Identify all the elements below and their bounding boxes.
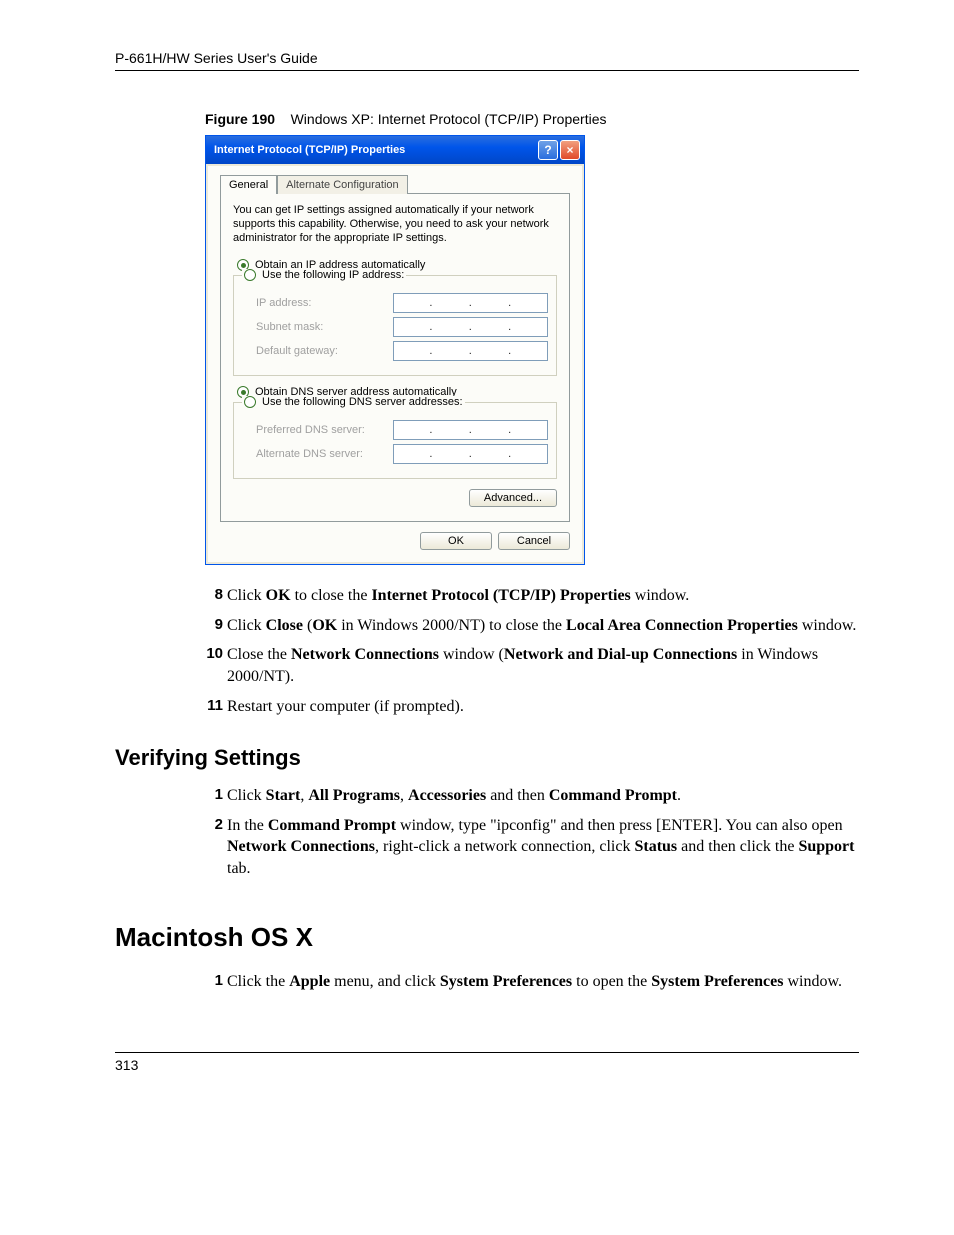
cancel-button[interactable]: Cancel xyxy=(498,532,570,550)
step-9: 9 Click Close (OK in Windows 2000/NT) to… xyxy=(205,615,859,637)
dialog-title: Internet Protocol (TCP/IP) Properties xyxy=(214,144,405,156)
ip-address-input[interactable]: ... xyxy=(393,293,548,313)
radio-ip-manual-label: Use the following IP address: xyxy=(262,269,404,281)
close-icon[interactable]: × xyxy=(560,140,580,160)
step-number: 1 xyxy=(205,971,227,993)
step-text: Restart your computer (if prompted). xyxy=(227,696,859,718)
heading-verifying-settings: Verifying Settings xyxy=(115,745,859,771)
dns-manual-group: Use the following DNS server addresses: … xyxy=(233,402,557,479)
page-footer: 313 xyxy=(115,1052,859,1073)
heading-macintosh-osx: Macintosh OS X xyxy=(115,922,859,953)
step-number: 1 xyxy=(205,785,227,807)
titlebar: Internet Protocol (TCP/IP) Properties ? … xyxy=(206,136,584,164)
tab-alternate[interactable]: Alternate Configuration xyxy=(277,175,408,194)
preferred-dns-label: Preferred DNS server: xyxy=(256,424,393,436)
step-number: 10 xyxy=(205,644,227,687)
radio-unselected-icon[interactable] xyxy=(244,396,256,408)
dialog-screenshot: Internet Protocol (TCP/IP) Properties ? … xyxy=(205,135,859,565)
page-number: 313 xyxy=(115,1057,138,1073)
step-11: 11 Restart your computer (if prompted). xyxy=(205,696,859,718)
step-number: 2 xyxy=(205,815,227,880)
step-text: In the Command Prompt window, type "ipco… xyxy=(227,815,859,880)
ok-button[interactable]: OK xyxy=(420,532,492,550)
alternate-dns-input[interactable]: ... xyxy=(393,444,548,464)
preferred-dns-input[interactable]: ... xyxy=(393,420,548,440)
radio-dns-manual-label: Use the following DNS server addresses: xyxy=(262,396,463,408)
verify-step-2: 2 In the Command Prompt window, type "ip… xyxy=(205,815,859,880)
step-text: Click OK to close the Internet Protocol … xyxy=(227,585,859,607)
verify-step-1: 1 Click Start, All Programs, Accessories… xyxy=(205,785,859,807)
advanced-button[interactable]: Advanced... xyxy=(469,489,557,507)
tab-bar: General Alternate Configuration xyxy=(220,174,570,193)
radio-unselected-icon[interactable] xyxy=(244,269,256,281)
step-text: Click Close (OK in Windows 2000/NT) to c… xyxy=(227,615,859,637)
step-8: 8 Click OK to close the Internet Protoco… xyxy=(205,585,859,607)
tab-general[interactable]: General xyxy=(220,175,277,194)
step-number: 11 xyxy=(205,696,227,718)
alternate-dns-label: Alternate DNS server: xyxy=(256,448,393,460)
step-number: 8 xyxy=(205,585,227,607)
default-gateway-input[interactable]: ... xyxy=(393,341,548,361)
ip-address-label: IP address: xyxy=(256,297,393,309)
figure-caption-text: Windows XP: Internet Protocol (TCP/IP) P… xyxy=(291,111,607,127)
step-10: 10 Close the Network Connections window … xyxy=(205,644,859,687)
header-title: P-661H/HW Series User's Guide xyxy=(115,50,318,66)
tab-panel-general: You can get IP settings assigned automat… xyxy=(220,193,570,522)
subnet-mask-input[interactable]: ... xyxy=(393,317,548,337)
step-number: 9 xyxy=(205,615,227,637)
step-text: Click the Apple menu, and click System P… xyxy=(227,971,859,993)
dialog-intro-text: You can get IP settings assigned automat… xyxy=(233,204,557,245)
page-header: P-661H/HW Series User's Guide xyxy=(115,50,859,71)
figure-label: Figure 190 xyxy=(205,111,275,127)
help-icon[interactable]: ? xyxy=(538,140,558,160)
default-gateway-label: Default gateway: xyxy=(256,345,393,357)
ip-manual-group: Use the following IP address: IP address… xyxy=(233,275,557,376)
step-text: Close the Network Connections window (Ne… xyxy=(227,644,859,687)
subnet-mask-label: Subnet mask: xyxy=(256,321,393,333)
figure-caption: Figure 190 Windows XP: Internet Protocol… xyxy=(205,111,859,127)
tcpip-properties-dialog: Internet Protocol (TCP/IP) Properties ? … xyxy=(205,135,585,565)
step-text: Click Start, All Programs, Accessories a… xyxy=(227,785,859,807)
mac-step-1: 1 Click the Apple menu, and click System… xyxy=(205,971,859,993)
